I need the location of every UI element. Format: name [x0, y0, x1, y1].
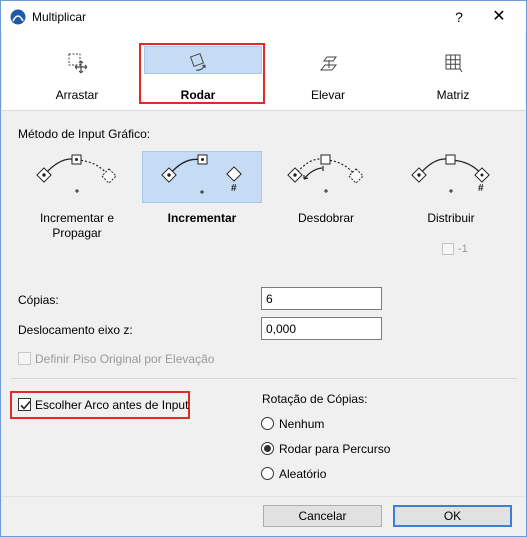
- radio-label: Rodar para Percurso: [279, 442, 391, 456]
- rotation-radio-random[interactable]: Aleatório: [261, 467, 326, 481]
- radio-circle: [261, 442, 274, 455]
- mode-label: Elevar: [310, 88, 345, 102]
- radio-label: Aleatório: [279, 467, 327, 481]
- copy-rotation-label: Rotação de Cópias:: [262, 392, 368, 406]
- method-label: Distribuir: [427, 211, 475, 225]
- z-offset-label: Deslocamento eixo z:: [18, 323, 133, 337]
- elevate-icon: [319, 56, 338, 71]
- z-offset-input[interactable]: [261, 317, 382, 340]
- svg-text:#: #: [231, 183, 237, 194]
- svg-text:#: #: [478, 183, 484, 194]
- checkbox-box: [442, 243, 454, 256]
- mode-label: Arrastar: [55, 88, 99, 102]
- method-diagram: #: [142, 151, 262, 203]
- method-incrementar[interactable]: # Incrementar: [142, 151, 262, 226]
- distribute-icon: #: [411, 154, 490, 194]
- method-label: Incrementar: [167, 211, 237, 225]
- window-title: Multiplicar: [32, 10, 87, 24]
- method-incrementar-propagar[interactable]: Incrementar e Propagar: [17, 151, 137, 241]
- section-divider: [11, 378, 517, 379]
- checkmark-icon: [20, 400, 31, 410]
- increment-propagate-icon: [36, 154, 117, 193]
- method-label: Incrementar e Propagar: [39, 211, 115, 240]
- radio-circle: [261, 417, 274, 430]
- mode-arrastar[interactable]: Arrastar: [19, 46, 135, 106]
- method-diagram: [17, 151, 137, 203]
- copies-input[interactable]: [261, 287, 382, 310]
- increment-icon: #: [161, 154, 242, 194]
- rotation-radio-none[interactable]: Nenhum: [261, 417, 324, 431]
- copies-label: Cópias:: [18, 293, 59, 307]
- rotation-radio-path[interactable]: Rodar para Percurso: [261, 442, 390, 456]
- radio-label: Nenhum: [279, 417, 325, 431]
- method-distribuir[interactable]: # Distribuir: [391, 151, 511, 226]
- rodar-highlight-frame: [139, 43, 265, 104]
- ok-button[interactable]: OK: [393, 505, 512, 527]
- drag-icon: [68, 53, 88, 74]
- title-bar: Multiplicar ? ✕: [1, 1, 526, 32]
- method-diagram: [266, 151, 386, 203]
- help-button[interactable]: ?: [448, 6, 470, 28]
- distribute-minus-one-checkbox[interactable]: -1: [442, 243, 468, 256]
- mode-elevar[interactable]: Elevar: [270, 46, 386, 106]
- checkbox-box: [18, 352, 31, 365]
- method-diagram: #: [391, 151, 511, 203]
- checkbox-label: Definir Piso Original por Elevação: [35, 352, 215, 366]
- input-method-label: Método de Input Gráfico:: [18, 127, 151, 141]
- checkbox-box: [18, 398, 31, 411]
- method-desdobrar[interactable]: Desdobrar: [266, 151, 386, 226]
- checkbox-label: Escolher Arco antes de Input: [35, 398, 189, 412]
- method-label: Desdobrar: [297, 211, 355, 225]
- mode-label: Matriz: [436, 88, 470, 102]
- radio-circle: [261, 467, 274, 480]
- mode-matriz[interactable]: Matriz: [395, 46, 511, 106]
- original-floor-checkbox[interactable]: Definir Piso Original por Elevação: [18, 352, 214, 366]
- multiplicar-dialog: Multiplicar ? ✕ Arrastar Rodar Elevar Ma…: [0, 0, 527, 537]
- archicad-app-icon: [10, 9, 26, 25]
- close-button[interactable]: ✕: [488, 6, 510, 28]
- arc-before-input-checkbox[interactable]: Escolher Arco antes de Input: [18, 398, 188, 412]
- matrix-icon: [445, 54, 463, 73]
- unfold-icon: [287, 154, 364, 193]
- cancel-button[interactable]: Cancelar: [263, 505, 382, 527]
- checkbox-label: -1: [458, 243, 468, 255]
